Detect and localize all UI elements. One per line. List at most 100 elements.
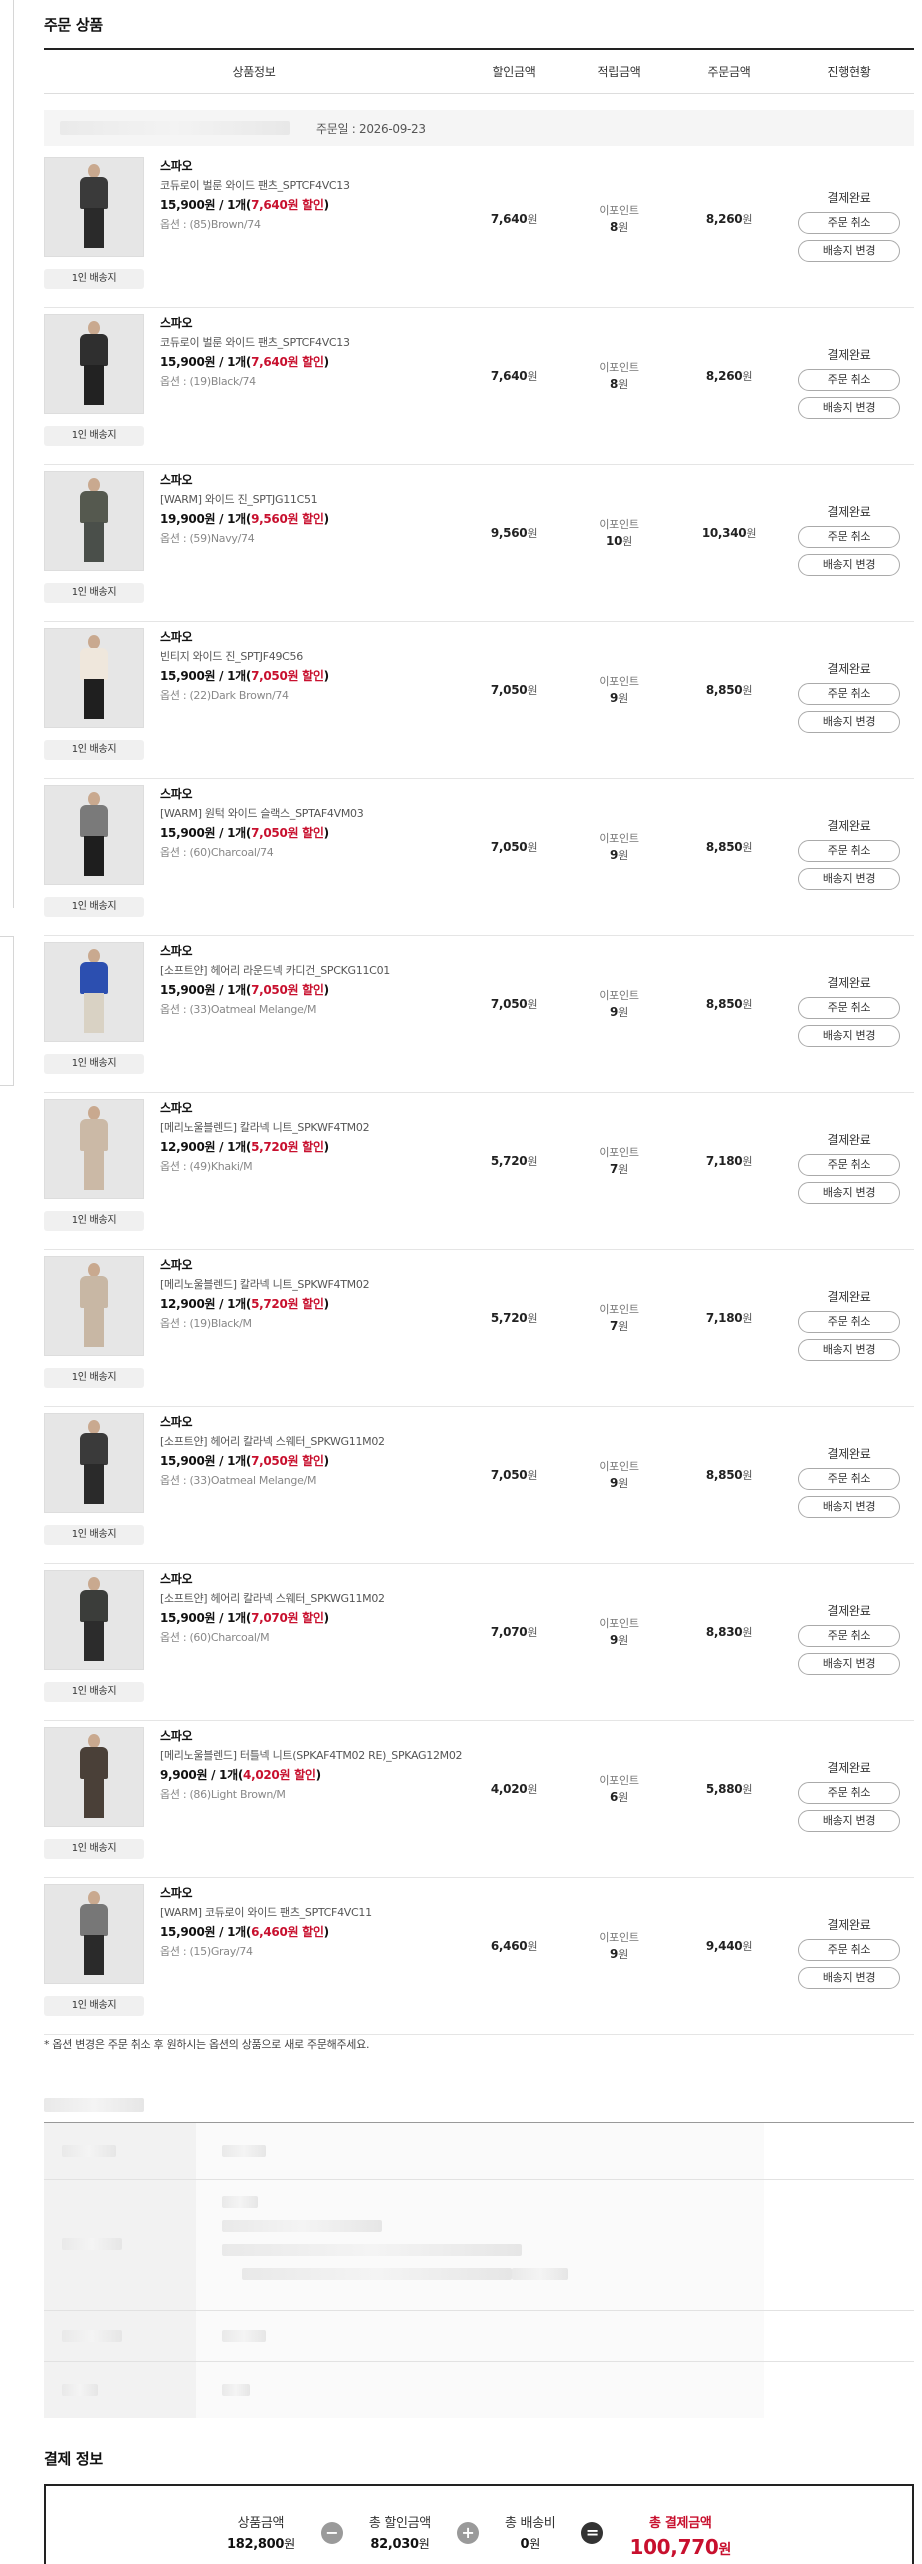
cancel-order-button[interactable]: 주문 취소	[798, 1311, 900, 1333]
status-badge: 결제완료	[827, 976, 871, 990]
product-price-line: 9,900원 / 1개(4,020원 할인)	[160, 1768, 321, 1782]
model-head	[88, 1263, 100, 1277]
shipping-badge: 1인 배송지	[44, 1996, 144, 2016]
product-option: 옵션 : (86)Light Brown/M	[160, 1788, 286, 1801]
product-info: 스파오 빈티지 와이드 진_SPTJF49C56 15,900원 / 1개(7,05…	[160, 628, 490, 703]
shipping-badge: 1인 배송지	[44, 1054, 144, 1074]
model-bottom	[84, 993, 104, 1033]
change-address-button[interactable]: 배송지 변경	[798, 1182, 900, 1204]
status-cell: 결제완료 주문 취소 배송지 변경	[784, 817, 914, 896]
product-brand: 스파오	[160, 1415, 193, 1429]
change-address-button[interactable]: 배송지 변경	[798, 397, 900, 419]
order-amount-value: 8,260	[705, 369, 743, 383]
product-price: 12,900원 / 1개	[160, 1140, 246, 1154]
order-amount-value: 10,340	[701, 526, 747, 540]
model-head	[88, 321, 100, 335]
change-address-button[interactable]: 배송지 변경	[798, 711, 900, 733]
won-unit: 원	[746, 527, 757, 540]
product-name[interactable]: 코듀로이 벌룬 와이드 팬츠_SPTCF4VC13	[160, 335, 490, 350]
header-discount: 할인금액	[492, 65, 536, 79]
cancel-order-button[interactable]: 주문 취소	[798, 1939, 900, 1961]
cancel-order-button[interactable]: 주문 취소	[798, 1782, 900, 1804]
product-thumbnail[interactable]	[44, 942, 144, 1042]
won-unit: 원	[618, 692, 628, 705]
change-address-button[interactable]: 배송지 변경	[798, 1025, 900, 1047]
order-amount-value: 8,850	[705, 840, 743, 854]
product-price: 15,900원 / 1개	[160, 355, 246, 369]
product-thumbnail[interactable]	[44, 471, 144, 571]
status-cell: 결제완료 주문 취소 배송지 변경	[784, 660, 914, 739]
product-name[interactable]: [WARM] 원턱 와이드 슬랙스_SPTAF4VM03	[160, 806, 490, 821]
change-address-button[interactable]: 배송지 변경	[798, 1496, 900, 1518]
shipping-amount-label: 총 배송비	[504, 2516, 556, 2531]
change-address-button[interactable]: 배송지 변경	[798, 554, 900, 576]
order-item-row: 1인 배송지 스파오 코듀로이 벌룬 와이드 팬츠_SPTCF4VC13 15,900…	[44, 151, 914, 308]
left-panel-edge	[0, 0, 14, 908]
won-unit: 원	[742, 370, 753, 383]
product-name[interactable]: [소프트얀] 헤어리 칼라넥 스웨터_SPKWG11M02	[160, 1434, 490, 1449]
product-name[interactable]: [소프트얀] 헤어리 칼라넥 스웨터_SPKWG11M02	[160, 1591, 490, 1606]
won-unit: 원	[718, 2542, 732, 2558]
cancel-order-button[interactable]: 주문 취소	[798, 997, 900, 1019]
order-amount-value: 8,830	[705, 1625, 743, 1639]
cancel-order-button[interactable]: 주문 취소	[798, 526, 900, 548]
model-bottom	[84, 522, 104, 562]
model-head	[88, 164, 100, 178]
product-brand: 스파오	[160, 1886, 193, 1900]
order-number-redacted	[60, 121, 290, 135]
status-cell: 결제완료 주문 취소 배송지 변경	[784, 1759, 914, 1838]
product-name[interactable]: [메리노울블렌드] 칼라넥 니트_SPKWF4TM02	[160, 1277, 490, 1292]
cancel-order-button[interactable]: 주문 취소	[798, 683, 900, 705]
product-thumbnail[interactable]	[44, 314, 144, 414]
product-brand: 스파오	[160, 1101, 193, 1115]
change-address-button[interactable]: 배송지 변경	[798, 1653, 900, 1675]
product-thumbnail[interactable]	[44, 628, 144, 728]
cancel-order-button[interactable]: 주문 취소	[798, 369, 900, 391]
change-address-button[interactable]: 배송지 변경	[798, 240, 900, 262]
change-address-button[interactable]: 배송지 변경	[798, 1339, 900, 1361]
cancel-order-button[interactable]: 주문 취소	[798, 212, 900, 234]
discount-value: 7,070	[490, 1625, 528, 1639]
model-top	[80, 1276, 108, 1308]
change-address-button[interactable]: 배송지 변경	[798, 868, 900, 890]
product-name[interactable]: [소프트얀] 헤어리 라운드넥 카디건_SPCKG11C01	[160, 963, 490, 978]
points-cell: 이포인트 9원	[564, 1616, 674, 1649]
product-price-line: 15,900원 / 1개(7,640원 할인)	[160, 198, 329, 212]
discount-cell: 7,050원	[464, 839, 564, 855]
product-name[interactable]: 빈티지 와이드 진_SPTJF49C56	[160, 649, 490, 664]
product-name[interactable]: [WARM] 와이드 진_SPTJG11C51	[160, 492, 490, 507]
product-name[interactable]: [WARM] 코듀로이 와이드 팬츠_SPTCF4VC11	[160, 1905, 490, 1920]
product-name[interactable]: [메리노울블렌드] 칼라넥 니트_SPKWF4TM02	[160, 1120, 490, 1135]
change-address-button[interactable]: 배송지 변경	[798, 1967, 900, 1989]
model-head	[88, 949, 100, 963]
product-thumbnail[interactable]	[44, 785, 144, 885]
product-name[interactable]: 코듀로이 벌룬 와이드 팬츠_SPTCF4VC13	[160, 178, 490, 193]
model-top	[80, 1904, 108, 1936]
model-bottom	[84, 1935, 104, 1975]
product-thumbnail[interactable]	[44, 1884, 144, 1984]
product-thumbnail[interactable]	[44, 1727, 144, 1827]
product-thumbnail[interactable]	[44, 1570, 144, 1670]
header-status: 진행현황	[827, 65, 871, 79]
product-thumbnail[interactable]	[44, 157, 144, 257]
model-top	[80, 1433, 108, 1465]
cancel-order-button[interactable]: 주문 취소	[798, 1154, 900, 1176]
product-thumbnail[interactable]	[44, 1099, 144, 1199]
change-address-button[interactable]: 배송지 변경	[798, 1810, 900, 1832]
model-bottom	[84, 365, 104, 405]
product-thumbnail[interactable]	[44, 1413, 144, 1513]
product-info: 스파오 [소프트얀] 헤어리 칼라넥 스웨터_SPKWG11M02 15,900원 …	[160, 1413, 490, 1488]
points-cell: 이포인트 8원	[564, 360, 674, 393]
discount-value: 9,560	[490, 526, 528, 540]
product-name[interactable]: [메리노울블렌드] 터틀넥 니트(SPKAF4TM02 RE)_SPKAG12M…	[160, 1748, 490, 1763]
cancel-order-button[interactable]: 주문 취소	[798, 840, 900, 862]
product-thumbnail[interactable]	[44, 1256, 144, 1356]
product-brand: 스파오	[160, 316, 193, 330]
status-cell: 결제완료 주문 취소 배송지 변경	[784, 346, 914, 425]
order-item-row: 1인 배송지 스파오 빈티지 와이드 진_SPTJF49C56 15,900원 / 1…	[44, 622, 914, 779]
points-label: 이포인트	[599, 832, 639, 845]
cancel-order-button[interactable]: 주문 취소	[798, 1468, 900, 1490]
cancel-order-button[interactable]: 주문 취소	[798, 1625, 900, 1647]
shipping-badge: 1인 배송지	[44, 897, 144, 917]
won-unit: 원	[618, 1634, 628, 1647]
